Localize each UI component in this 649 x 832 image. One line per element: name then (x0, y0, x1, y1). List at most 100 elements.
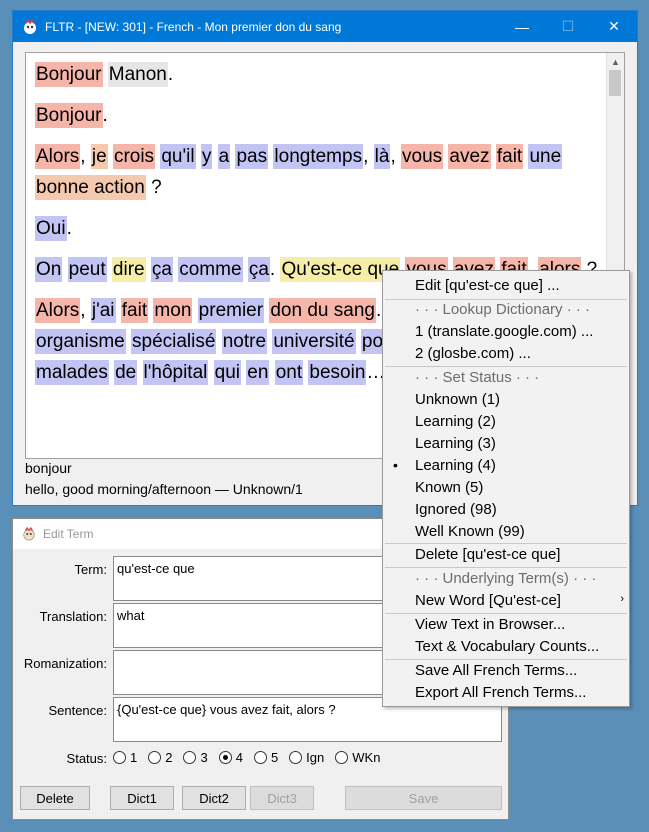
menu-new-word[interactable]: New Word [Qu'est-ce] (415, 592, 561, 609)
radio-circle-icon[interactable] (148, 751, 162, 764)
radio-circle-icon[interactable] (289, 751, 303, 764)
scroll-up-icon[interactable]: ▲ (607, 53, 624, 70)
status-label: Status: (66, 751, 107, 766)
word-token[interactable]: Bonjour (35, 103, 103, 128)
radio-circle-icon[interactable] (335, 751, 349, 764)
menu-edit-term[interactable]: Edit [qu'est-ce que] ... (415, 277, 560, 294)
menu-delete-term[interactable]: Delete [qu'est-ce que] (415, 546, 560, 563)
menu-status-item[interactable]: Learning (3) (415, 435, 496, 452)
radio-circle-icon[interactable] (113, 751, 126, 764)
word-token[interactable]: l'hôpital (142, 360, 209, 385)
punctuation: . (66, 218, 72, 239)
close-button[interactable]: ✕ (591, 11, 637, 42)
menu-save-all[interactable]: Save All French Terms... (415, 662, 577, 679)
radio-circle-icon[interactable] (253, 751, 267, 764)
word-token[interactable]: je (90, 144, 108, 169)
word-token[interactable]: comme (178, 257, 243, 282)
punctuation: . (269, 259, 281, 280)
word-token[interactable]: besoin (308, 360, 367, 385)
word-token[interactable]: crois (112, 144, 156, 169)
word-token[interactable]: là (373, 144, 391, 169)
word-token[interactable]: don du sang (269, 298, 376, 323)
word-token[interactable]: j'ai (90, 298, 116, 323)
word-token[interactable]: ça (247, 257, 270, 282)
word-token[interactable]: Alors (35, 144, 81, 169)
word-token[interactable]: y (200, 144, 213, 169)
word-token[interactable]: ça (150, 257, 173, 282)
word-token[interactable]: en (246, 360, 270, 385)
word-token[interactable]: Bonjour (35, 62, 103, 87)
word-token[interactable]: Oui (35, 216, 67, 241)
dict3-button[interactable]: Dict3 (250, 786, 314, 810)
menu-status-item[interactable]: Learning (4) (415, 457, 496, 474)
word-token[interactable]: une (528, 144, 563, 169)
status-radio-5[interactable]: 5 (253, 750, 278, 765)
radio-circle-icon[interactable] (183, 751, 197, 764)
translation-label: Translation: (39, 609, 107, 624)
app-icon (21, 526, 37, 542)
radio-label: Ign (306, 750, 325, 765)
word-token[interactable]: mon (153, 298, 193, 323)
menu-status-item[interactable]: Known (5) (415, 479, 483, 496)
word-token[interactable]: université (272, 329, 356, 354)
term-label: Term: (74, 562, 108, 577)
delete-button[interactable]: Delete (20, 786, 90, 810)
window-title: FLTR - [NEW: 301] - French - Mon premier… (45, 19, 342, 34)
menu-lookup-google[interactable]: 1 (translate.google.com) ... (415, 323, 593, 340)
word-token[interactable]: peut (67, 257, 107, 282)
menu-counts[interactable]: Text & Vocabulary Counts... (415, 638, 599, 655)
word-token[interactable]: de (114, 360, 138, 385)
word-token[interactable]: avez (448, 144, 491, 169)
scroll-thumb[interactable] (609, 70, 621, 96)
word-token[interactable]: organisme (35, 329, 126, 354)
status-radio-1[interactable]: 1 (113, 750, 137, 765)
word-token[interactable]: longtemps (273, 144, 364, 169)
menu-underlying-header: · · · Underlying Term(s) · · · (415, 570, 597, 587)
word-token[interactable]: malades (35, 360, 109, 385)
menu-status-item[interactable]: Well Known (99) (415, 523, 525, 540)
word-token[interactable]: fait (120, 298, 149, 323)
word-token[interactable]: fait (495, 144, 524, 169)
status-radio-wkn[interactable]: WKn (335, 750, 380, 765)
status-radio-4[interactable]: 4 (218, 750, 243, 765)
punctuation (116, 300, 121, 321)
word-token[interactable]: Alors (35, 298, 81, 323)
status-radio-2[interactable]: 2 (148, 750, 172, 765)
radio-circle-icon[interactable] (218, 751, 232, 764)
punctuation (269, 362, 274, 383)
word-token[interactable]: On (35, 257, 63, 282)
app-icon (21, 18, 39, 36)
word-token[interactable]: qu'il (160, 144, 196, 169)
status-radio-3[interactable]: 3 (183, 750, 208, 765)
menu-separator (385, 567, 627, 568)
save-button[interactable]: Save (345, 786, 502, 810)
dict1-button[interactable]: Dict1 (110, 786, 174, 810)
menu-lookup-glosbe[interactable]: 2 (glosbe.com) ... (415, 345, 531, 362)
menu-view-text[interactable]: View Text in Browser... (415, 616, 565, 633)
word-token[interactable]: spécialisé (131, 329, 217, 354)
menu-lookup-header: · · · Lookup Dictionary · · · (415, 301, 591, 318)
word-token[interactable]: qui (213, 360, 242, 385)
minimize-button[interactable]: — (499, 11, 545, 42)
word-token[interactable]: bonne action (35, 175, 146, 200)
punctuation: ? (145, 177, 162, 198)
word-token[interactable]: ont (274, 360, 304, 385)
main-titlebar[interactable]: FLTR - [NEW: 301] - French - Mon premier… (13, 11, 637, 42)
word-token[interactable]: premier (197, 298, 265, 323)
menu-status-item[interactable]: Learning (2) (415, 413, 496, 430)
menu-separator (385, 613, 627, 614)
punctuation: , (363, 146, 374, 167)
maximize-button[interactable]: ☐ (545, 11, 591, 42)
dict2-button[interactable]: Dict2 (182, 786, 246, 810)
punctuation: . (102, 105, 108, 126)
menu-export-all[interactable]: Export All French Terms... (415, 684, 586, 701)
word-token[interactable]: a (217, 144, 231, 169)
word-token[interactable]: notre (221, 329, 268, 354)
status-radio-ign[interactable]: Ign (289, 750, 324, 765)
word-token[interactable]: vous (401, 144, 444, 169)
word-token[interactable]: pas (235, 144, 269, 169)
word-token[interactable]: Manon (107, 62, 168, 87)
word-token[interactable]: dire (111, 257, 146, 282)
menu-status-item[interactable]: Unknown (1) (415, 391, 500, 408)
menu-status-item[interactable]: Ignored (98) (415, 501, 497, 518)
